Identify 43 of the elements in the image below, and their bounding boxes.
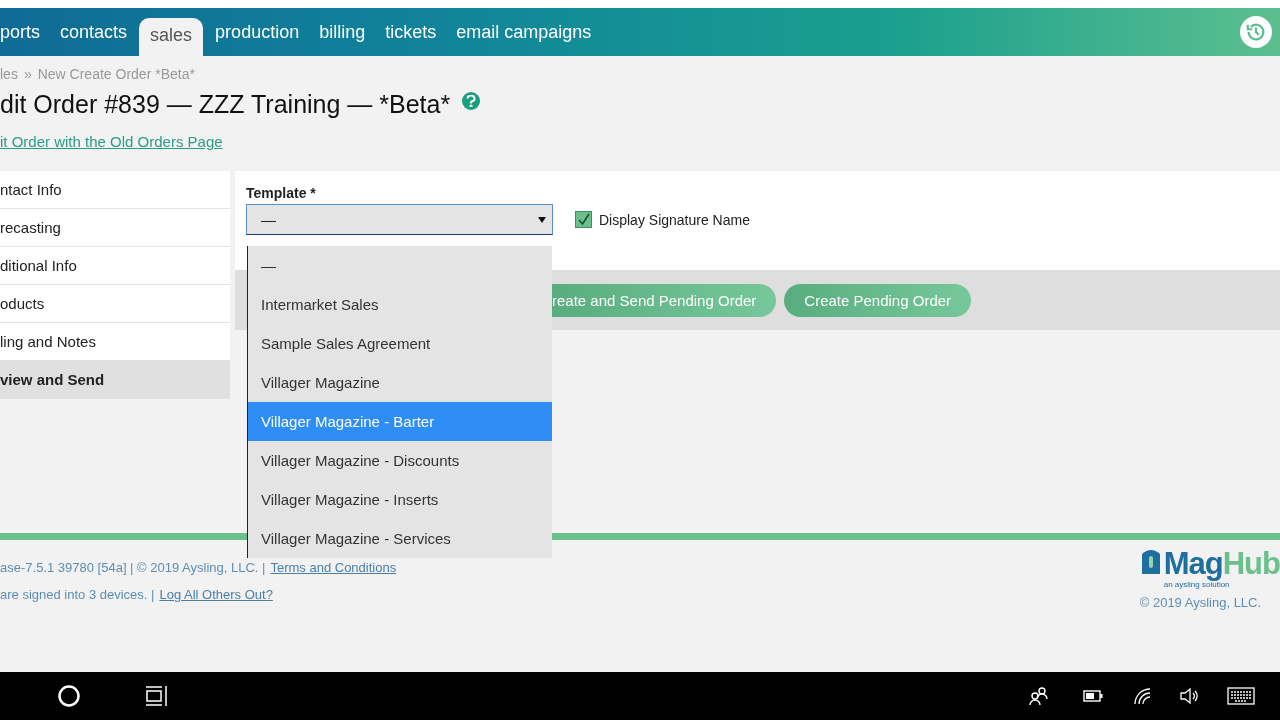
wifi-icon[interactable] (1133, 687, 1151, 705)
sidebar-item[interactable]: ditional Info (0, 247, 230, 285)
nav-tab[interactable]: sales (139, 18, 204, 56)
people-icon[interactable] (1029, 686, 1049, 706)
sidebar-item[interactable]: ling and Notes (0, 323, 230, 361)
logout-link[interactable]: Log All Others Out? (159, 587, 273, 602)
dropdown-option[interactable]: Intermarket Sales (248, 285, 552, 324)
checkbox-label: Display Signature Name (599, 211, 750, 228)
dropdown-option[interactable]: Villager Magazine (248, 363, 552, 402)
version-text: ase-7.5.1 39780 [54a] | © 2019 Aysling, LLC. | (0, 560, 266, 575)
field-label: Template * (246, 185, 317, 201)
copyright-text: © 2019 Aysling, LLC. (1139, 595, 1262, 610)
speaker-icon[interactable] (1179, 687, 1199, 705)
nav-tab[interactable]: billing (309, 8, 376, 56)
template-select[interactable]: — (246, 204, 553, 235)
breadcrumb-separator: » (23, 66, 32, 82)
page-title: dit Order #839 — ZZZ Training — *Beta* (0, 90, 451, 119)
task-view-icon[interactable] (144, 685, 170, 707)
devices-text: are signed into 3 devices. | (0, 587, 155, 602)
nav-tab[interactable]: ports (0, 8, 51, 56)
dropdown-option[interactable]: Villager Magazine - Inserts (248, 480, 552, 519)
sidebar-item[interactable]: ntact Info (0, 171, 230, 209)
terms-link[interactable]: Terms and Conditions (270, 560, 397, 575)
battery-icon[interactable] (1083, 690, 1103, 702)
breadcrumb-current: New Create Order *Beta* (37, 66, 195, 82)
nav-tab[interactable]: contacts (50, 8, 138, 56)
caret-icon (538, 216, 546, 223)
sidebar-item[interactable]: oducts (0, 285, 230, 323)
sidebar-item[interactable]: view and Send (0, 361, 230, 399)
help-icon[interactable] (462, 92, 481, 110)
dropdown-option[interactable]: — (248, 246, 552, 285)
logo-tagline: an aysling solution (1163, 580, 1231, 589)
dropdown-option[interactable]: Sample Sales Agreement (248, 324, 552, 363)
dropdown-option[interactable]: Villager Magazine - Services (248, 519, 552, 558)
nav-tab[interactable]: production (205, 8, 310, 56)
search-circle-icon[interactable] (57, 684, 81, 708)
checkbox[interactable] (575, 211, 592, 228)
logo-text: MagHub (1163, 548, 1280, 579)
dropdown-option[interactable]: Villager Magazine - Discounts (248, 441, 552, 480)
nav-tab[interactable]: tickets (375, 8, 447, 56)
sidebar-item[interactable]: recasting (0, 209, 230, 247)
keyboard-icon[interactable] (1227, 687, 1255, 705)
nav-tab[interactable]: email campaigns (446, 8, 602, 56)
